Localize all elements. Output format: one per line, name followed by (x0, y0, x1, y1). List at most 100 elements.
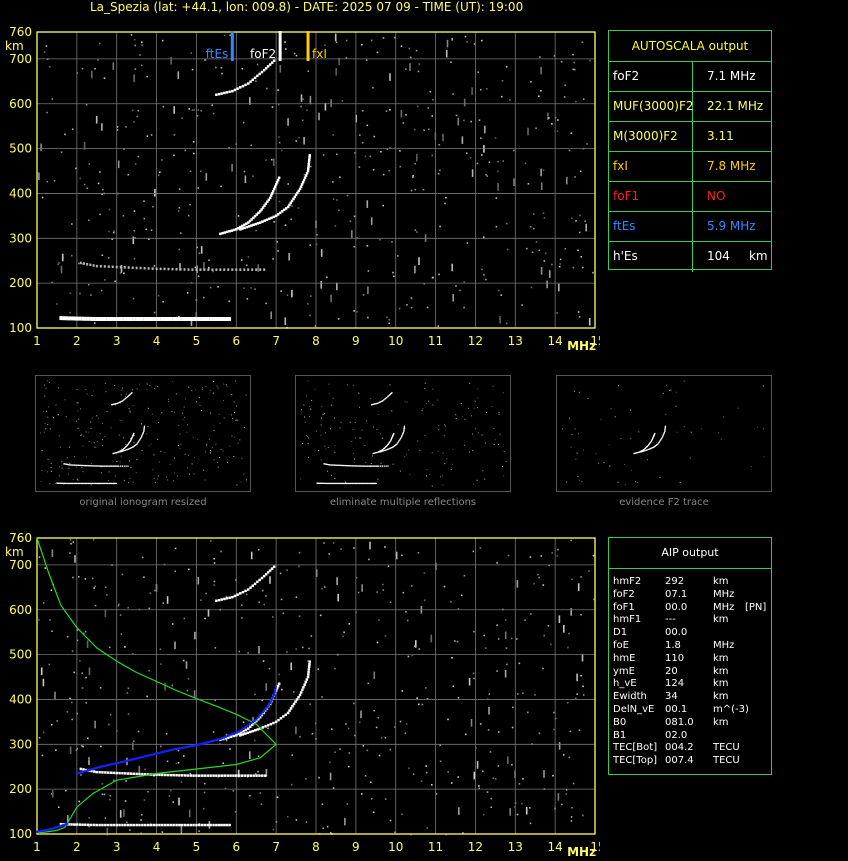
trace-point (304, 680, 307, 684)
thumb-noise (455, 414, 457, 416)
thumbnail-eliminate-multiple (295, 375, 511, 492)
thumb-noise (380, 462, 382, 464)
trace-point (273, 185, 277, 188)
thumb-noise (578, 479, 580, 481)
thumb-noise (307, 435, 308, 437)
autoscala-value: 3.11 (707, 129, 734, 143)
thumb-noise (503, 450, 505, 452)
aip-row: hmF1 --- km (609, 614, 771, 627)
trace-point (172, 823, 175, 827)
trace-point (204, 741, 207, 744)
trace-point (203, 823, 207, 827)
trace-point (115, 317, 119, 321)
thumb-trace (385, 449, 387, 451)
marker-bar (230, 31, 234, 61)
aip-title: AIP output (609, 538, 771, 569)
trace-point (241, 590, 245, 594)
thumb-noise (129, 410, 131, 412)
thumb-noise (146, 433, 148, 435)
thumb-noise (380, 433, 381, 435)
trace-point (231, 89, 234, 93)
trace-point (195, 744, 198, 747)
thumb-trace (329, 482, 331, 485)
thumb-noise (468, 451, 470, 453)
trace-point (101, 317, 104, 321)
y-tick-label: 700 (9, 558, 32, 572)
thumb-noise (429, 474, 431, 476)
trace-point (175, 317, 178, 321)
trace-point (92, 767, 95, 770)
thumb-noise (438, 425, 440, 426)
trace-point (86, 316, 90, 321)
thumb-trace (90, 482, 92, 485)
thumb-trace (334, 482, 337, 485)
autoscala-value: NO (707, 189, 726, 203)
y-tick-label: 760 (9, 531, 32, 545)
thumb-noise (562, 428, 563, 430)
thumb-noise (47, 458, 49, 460)
trace-point (179, 268, 182, 271)
thumb-trace (382, 450, 385, 452)
trace-point (225, 317, 229, 321)
autoscala-key: fxI (609, 152, 693, 181)
thumb-noise (46, 380, 48, 382)
thumb-noise (444, 463, 446, 465)
autoscala-key: h'Es (609, 242, 693, 272)
thumb-noise (609, 465, 611, 467)
trace-point (118, 823, 121, 827)
thumb-noise (187, 467, 188, 469)
trace-point (228, 317, 232, 321)
trace-point (183, 317, 187, 321)
trace-point (222, 317, 226, 321)
thumb-noise (470, 415, 472, 417)
thumb-trace (107, 482, 109, 485)
thumb-noise (85, 431, 87, 433)
aip-cell: km (713, 576, 729, 587)
trace-point (167, 749, 170, 752)
thumb-noise (235, 419, 237, 421)
thumb-trace (338, 482, 340, 485)
trace-point (239, 268, 242, 271)
thumb-noise (48, 381, 50, 383)
trace-point (171, 267, 174, 271)
aip-row: h_vE 124 km (609, 678, 771, 691)
marker-bar (306, 31, 310, 61)
thumb-trace (362, 465, 365, 467)
thumb-noise (210, 389, 212, 391)
thumb-noise (50, 470, 52, 472)
thumb-noise (720, 438, 722, 440)
trace-point (270, 216, 273, 220)
trace-point (92, 317, 96, 321)
trace-point (177, 317, 181, 321)
thumb-noise (45, 428, 47, 430)
thumb-noise (166, 476, 168, 478)
thumb-noise (210, 452, 211, 454)
thumb-noise (424, 387, 426, 389)
autoscala-key: MUF(3000)F2 (609, 92, 693, 121)
thumb-noise (229, 445, 231, 447)
thumb-noise (83, 435, 85, 437)
thumb-noise (647, 459, 648, 461)
thumb-noise (618, 385, 619, 387)
thumb-noise (217, 462, 218, 463)
thumb-noise (93, 442, 95, 444)
thumb-trace (403, 425, 406, 427)
aip-cell: 081.0 (665, 716, 694, 728)
trace-point (223, 231, 227, 234)
trace-point (209, 774, 212, 777)
thumb-noise (130, 467, 132, 468)
aip-row: TEC[Bot] 004.2 TECU (609, 742, 771, 755)
aip-row: foF1 00.0 MHz [PN] (609, 602, 771, 615)
trace-point (235, 734, 238, 737)
thumb-trace (125, 465, 127, 467)
thumb-trace (359, 482, 361, 485)
trace-point (104, 771, 107, 774)
trace-point (143, 823, 147, 827)
trace-point (219, 737, 222, 740)
thumb-noise (47, 424, 49, 425)
trace-point (304, 174, 308, 177)
trace-point (95, 264, 98, 268)
thumb-noise (205, 386, 207, 387)
trace-point (284, 713, 287, 716)
thumb-noise (201, 388, 203, 390)
